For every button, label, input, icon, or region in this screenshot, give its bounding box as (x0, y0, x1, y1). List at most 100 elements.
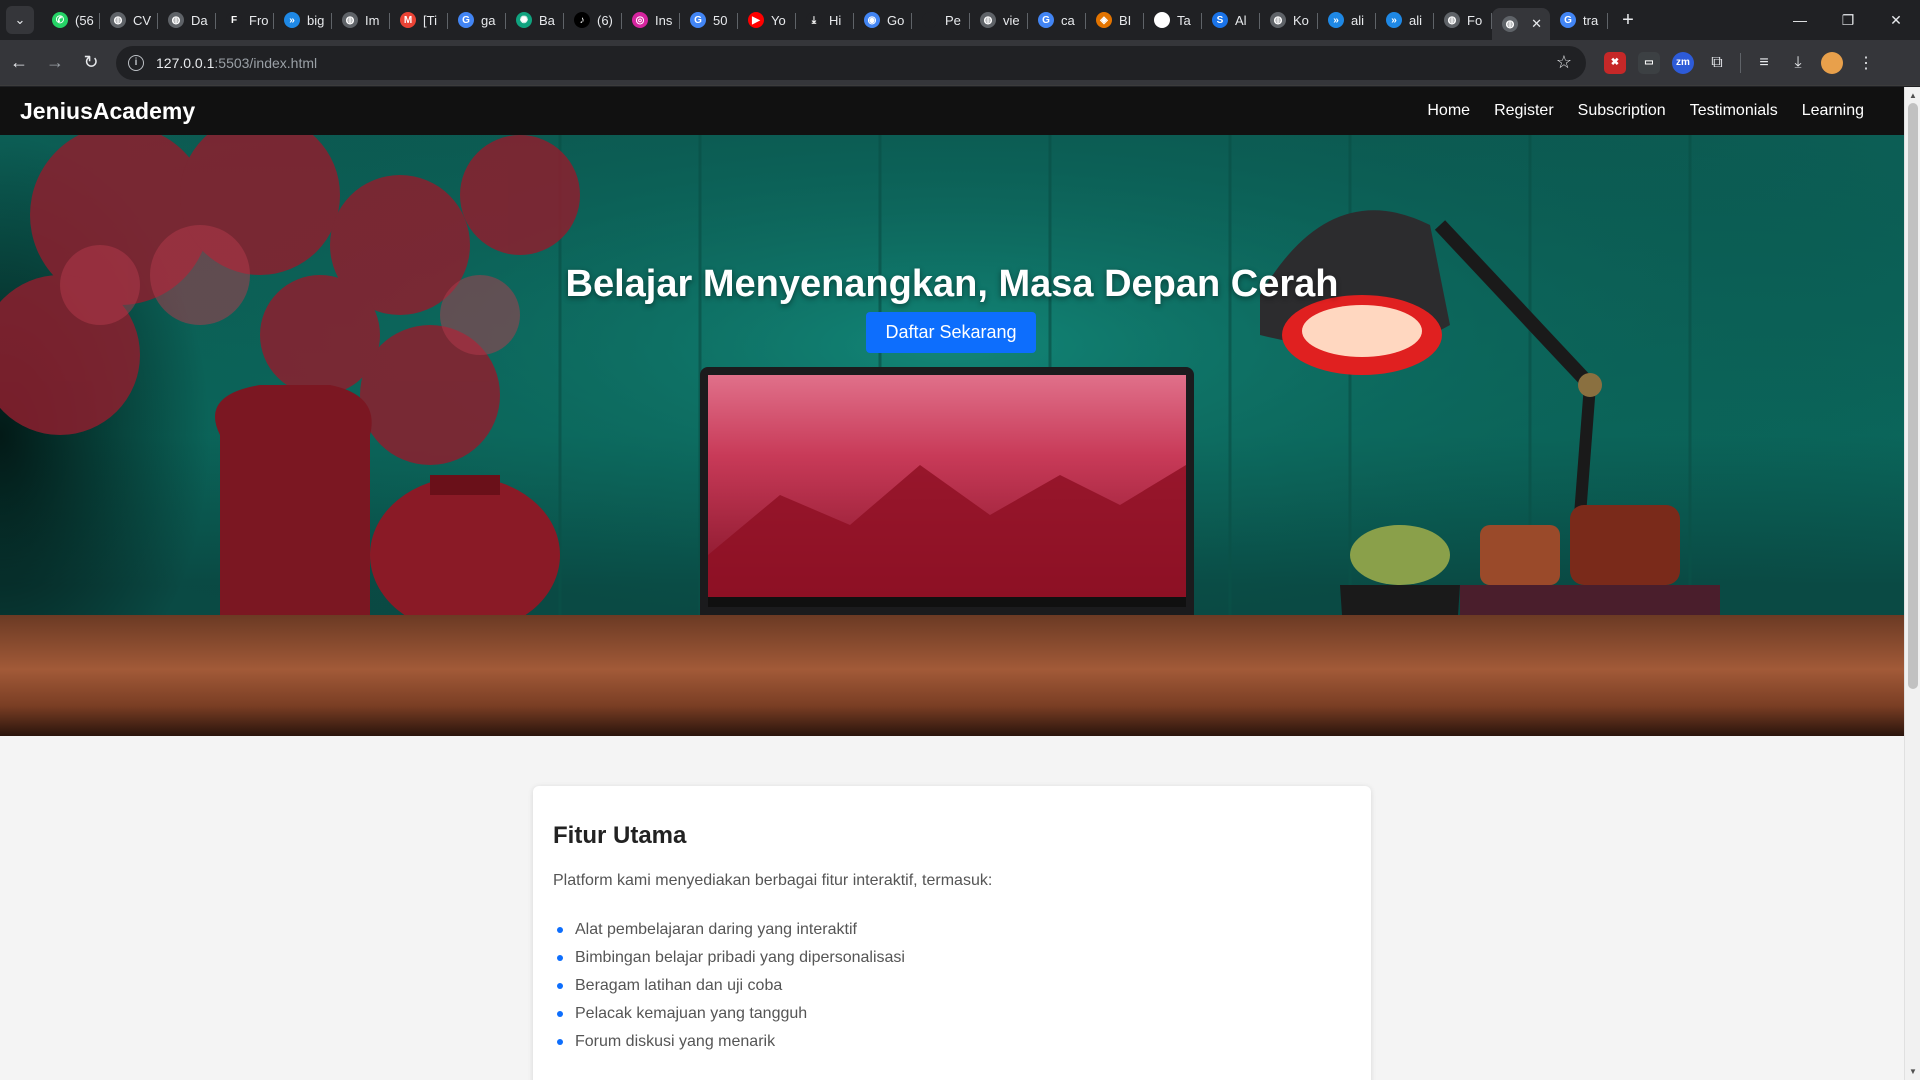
browser-tab[interactable]: ♪ (6) (564, 4, 622, 36)
browser-toolbar: ← → ↻ i 127.0.0.1:5503/index.html ☆ ✖ ▭ … (0, 40, 1920, 86)
fr-icon: F (226, 12, 242, 28)
tab-title: Go (887, 12, 905, 28)
globe-icon: ◍ (342, 12, 358, 28)
features-list: Alat pembelajaran daring yang interaktif… (553, 916, 1351, 1056)
browser-tab[interactable]: Gtra (1550, 4, 1608, 36)
blank-icon (922, 12, 938, 28)
restore-button[interactable]: ❐ (1824, 0, 1872, 40)
url-text[interactable]: 127.0.0.1:5503/index.html (156, 55, 317, 71)
tab-title: Da (191, 12, 208, 28)
browser-tab[interactable]: ◍ Da (158, 4, 216, 36)
tab-title: vie (1003, 12, 1020, 28)
close-window-button[interactable]: ✕ (1872, 0, 1920, 40)
scrollbar-thumb[interactable] (1908, 103, 1918, 689)
url-host: 127.0.0.1 (156, 54, 215, 71)
tab-title: ca (1061, 12, 1075, 28)
tab-title: BI (1119, 12, 1132, 28)
gmail-icon: M (400, 12, 416, 28)
browser-tab[interactable]: ▶ Yo (738, 4, 796, 36)
whatsapp-icon: ✆ (52, 12, 68, 28)
browser-tab[interactable]: » big (274, 4, 332, 36)
browser-tab[interactable]: ◍ CV (100, 4, 158, 36)
extension-screen-icon[interactable]: ▭ (1638, 51, 1660, 74)
bullet-icon (557, 955, 563, 961)
browser-tab[interactable]: Pe (912, 4, 970, 36)
tab-list: ✆ (56 ◍ CV ◍ Da F Fro » big ◍ Im M [Ti Gga ✺ Ba ♪ (6) ◎ Ins G… (42, 0, 1608, 40)
tab-title: Fo (1467, 12, 1483, 28)
browser-tab[interactable]: ◍ Ko (1260, 4, 1318, 36)
tab-title: [Ti (423, 12, 437, 28)
toolbar-divider (1740, 52, 1741, 73)
tab-title: ali (1409, 12, 1423, 28)
address-bar[interactable]: i 127.0.0.1:5503/index.html ☆ (116, 45, 1586, 80)
url-path: :5503/index.html (214, 54, 318, 71)
reload-button[interactable]: ↻ (74, 46, 108, 80)
browser-tab[interactable]: ✆ (56 (42, 4, 100, 36)
bookmark-star-icon[interactable]: ☆ (1556, 52, 1572, 73)
page-viewport: JeniusAcademy Home Register Subscription… (0, 87, 1920, 1080)
browser-tab[interactable]: ✺ Ba (506, 4, 564, 36)
forward-button[interactable]: → (38, 46, 72, 80)
feature-item-label: Bimbingan belajar pribadi yang dipersona… (575, 949, 905, 966)
extension-off-icon[interactable]: ✖ (1604, 51, 1626, 74)
scroll-up-arrow-icon[interactable]: ▲ (1909, 91, 1917, 100)
feature-item: Bimbingan belajar pribadi yang dipersona… (553, 944, 1351, 972)
chatgpt-icon: ✺ (516, 12, 532, 28)
codeium-icon: » (1386, 12, 1402, 28)
register-now-button[interactable]: Daftar Sekarang (866, 312, 1036, 353)
browser-tab[interactable]: Gga (448, 4, 506, 36)
nav-link-learning[interactable]: Learning (1802, 102, 1864, 120)
new-tab-button[interactable]: + (1614, 6, 1642, 34)
tab-search-button[interactable]: ⌄ (6, 6, 34, 34)
browser-tab[interactable]: ◍ vie (970, 4, 1028, 36)
tab-title: Pe (945, 12, 961, 28)
tab-title: (6) (597, 12, 613, 28)
extensions-puzzle-icon[interactable]: ⧉ (1706, 54, 1728, 72)
feature-item-label: Pelacak kemajuan yang tangguh (575, 1005, 808, 1022)
media-control-icon[interactable]: ≡ (1753, 54, 1775, 72)
browser-tab-active[interactable]: ◍ ✕ (1492, 8, 1550, 40)
browser-tab[interactable]: Gca (1028, 4, 1086, 36)
feature-item: Beragam latihan dan uji coba (553, 972, 1351, 1000)
extensions-area: ✖ ▭ zm ⧉ ≡ ⤓ ⋮ (1604, 51, 1877, 74)
nav-link-testimonials[interactable]: Testimonials (1690, 102, 1778, 120)
browser-tab[interactable]: » ali (1318, 4, 1376, 36)
google-icon: G (458, 12, 474, 28)
browser-tab[interactable]: ◉ Go (854, 4, 912, 36)
browser-tab[interactable]: S Al (1202, 4, 1260, 36)
profile-avatar[interactable] (1821, 51, 1843, 74)
site-brand-logo[interactable]: JeniusAcademy (20, 98, 195, 125)
nav-link-register[interactable]: Register (1494, 102, 1554, 120)
downloads-icon[interactable]: ⤓ (1787, 54, 1809, 72)
back-button[interactable]: ← (2, 46, 36, 80)
feature-item-label: Alat pembelajaran daring yang interaktif (575, 921, 857, 938)
page-scrollbar[interactable]: ▲ ▼ (1904, 87, 1920, 1080)
hero-title: Belajar Menyenangkan, Masa Depan Cerah (565, 263, 1339, 305)
browser-tab[interactable]: ◍ Fo (1434, 4, 1492, 36)
minimize-button[interactable]: — (1776, 0, 1824, 40)
browser-tab[interactable]: ◍ Im (332, 4, 390, 36)
youtube-icon: ▶ (748, 12, 764, 28)
browser-tab[interactable]: G 50 (680, 4, 738, 36)
browser-tab[interactable]: ● Ta (1144, 4, 1202, 36)
browser-tab[interactable]: F Fro (216, 4, 274, 36)
nav-link-subscription[interactable]: Subscription (1578, 102, 1666, 120)
browser-tab[interactable]: ⤓ Hi (796, 4, 854, 36)
shield-icon: S (1212, 12, 1228, 28)
globe-icon: ◍ (1444, 12, 1460, 28)
tab-title: big (307, 12, 325, 28)
browser-tab[interactable]: » ali (1376, 4, 1434, 36)
browser-tab[interactable]: M [Ti (390, 4, 448, 36)
extension-zoom-icon[interactable]: zm (1672, 51, 1694, 74)
site-info-icon[interactable]: i (128, 54, 144, 71)
close-tab-icon[interactable]: ✕ (1531, 16, 1542, 32)
bullet-icon (557, 1039, 563, 1045)
nav-link-home[interactable]: Home (1427, 102, 1470, 120)
browser-tab[interactable]: ◈ BI (1086, 4, 1144, 36)
google-icon: G (690, 12, 706, 28)
instagram-icon: ◎ (632, 12, 648, 28)
browser-tab[interactable]: ◎ Ins (622, 4, 680, 36)
browser-menu-icon[interactable]: ⋮ (1855, 53, 1877, 73)
codeium-icon: » (284, 12, 300, 28)
scroll-down-arrow-icon[interactable]: ▼ (1909, 1067, 1917, 1076)
